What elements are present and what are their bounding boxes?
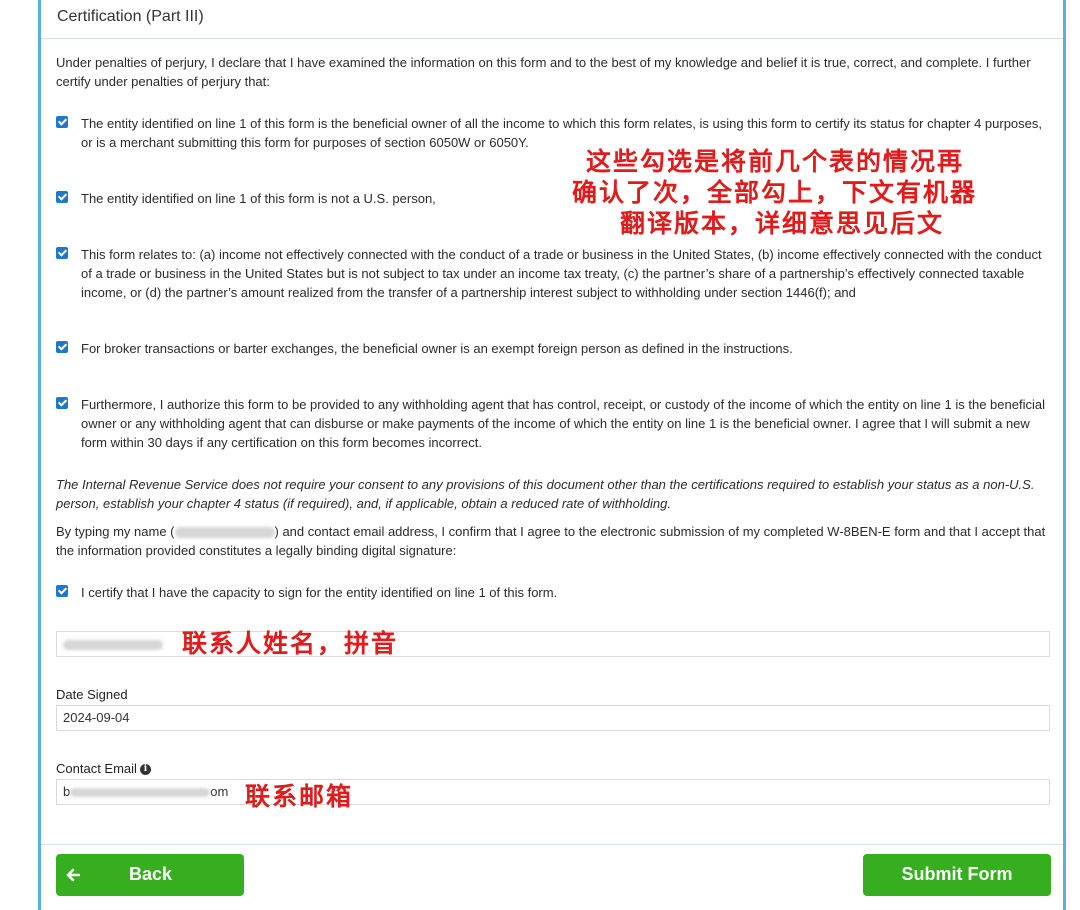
contact-email-input[interactable]: b om [56, 779, 1050, 805]
checkbox-checked[interactable] [56, 116, 68, 128]
checkbox-checked[interactable] [56, 341, 68, 353]
back-button-label: Back [129, 864, 173, 884]
date-signed-label: Date Signed [56, 687, 128, 702]
contact-email-value: b om [63, 784, 228, 799]
section-title: Certification (Part III) [57, 8, 204, 25]
redacted-email [70, 788, 211, 798]
checkbox-checked[interactable] [56, 397, 68, 409]
checkbox-annotation-line-1: 这些勾选是将前几个表的情况再 [586, 147, 965, 176]
name-annotation: 联系人姓名，拼音 [182, 629, 399, 658]
redacted-name [174, 527, 275, 539]
checkbox-label: For broker transactions or barter exchan… [81, 341, 793, 356]
arrow-left-icon [66, 868, 80, 882]
date-signed-input[interactable]: 2024-09-04 [56, 705, 1050, 731]
checkbox-checked[interactable] [56, 191, 68, 203]
back-button[interactable]: Back [56, 854, 244, 896]
email-start: b [63, 784, 71, 799]
electronic-signature-consent: By typing my name () and contact email a… [56, 522, 1051, 560]
date-signed-value: 2024-09-04 [63, 710, 130, 725]
certification-panel: Certification (Part III) Under penalties… [38, 0, 1066, 910]
info-icon[interactable]: i [139, 764, 151, 776]
checkbox-checked[interactable] [56, 247, 68, 259]
checkbox-label: This form relates to: (a) income not eff… [81, 247, 1042, 300]
email-annotation: 联系邮箱 [245, 782, 354, 811]
irs-consent-note: The Internal Revenue Service does not re… [56, 477, 1035, 511]
contact-email-label-text: Contact Email [56, 761, 137, 776]
checkbox-label: I certify that I have the capacity to si… [81, 585, 558, 600]
submit-button-label: Submit Form [901, 864, 1013, 884]
checkbox-annotation-line-3: 翻译版本，详细意思见后文 [620, 209, 945, 238]
checkbox-label: Furthermore, I authorize this form to be… [81, 397, 1045, 450]
checkbox-annotation-line-2: 确认了次，全部勾上，下文有机器 [572, 178, 978, 207]
contact-email-label: Contact Email i [56, 761, 151, 776]
footer-divider [41, 844, 1063, 845]
email-end: om [210, 784, 229, 799]
consent-text-before: By typing my name ( [56, 524, 175, 539]
submit-form-button[interactable]: Submit Form [863, 854, 1051, 896]
intro-text: Under penalties of perjury, I declare th… [56, 55, 1031, 89]
checkbox-checked[interactable] [56, 585, 68, 597]
redacted-name-value [63, 640, 163, 650]
section-header: Certification (Part III) [41, 0, 1063, 39]
